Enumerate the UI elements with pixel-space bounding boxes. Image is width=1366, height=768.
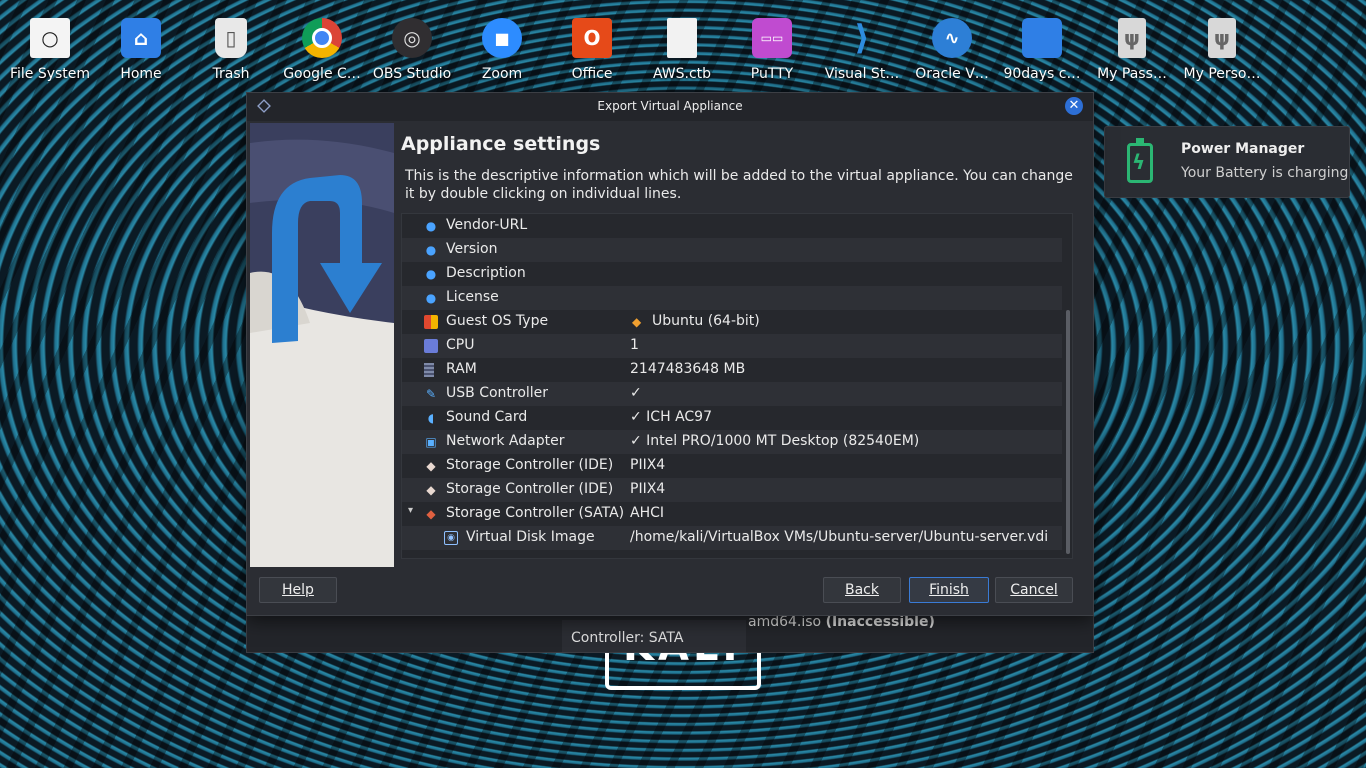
notification-body: Your Battery is charging	[1181, 165, 1349, 181]
home-folder-icon: ⌂	[121, 18, 161, 58]
trash-icon: ▯	[215, 18, 247, 58]
storage-icon: ◆	[426, 483, 436, 497]
tree-row-version[interactable]: ● Version	[402, 238, 1062, 262]
wizard-side-image	[250, 123, 394, 567]
os-type-icon	[424, 315, 438, 329]
desktop-icon-90days[interactable]: 90days c…	[998, 14, 1086, 82]
tree-row-cpu[interactable]: CPU 1	[402, 334, 1062, 358]
tree-row-guest-os-type[interactable]: Guest OS Type ◆ Ubuntu (64-bit)	[402, 310, 1062, 334]
help-button[interactable]: Help	[259, 577, 337, 603]
tree-row-vendor-url[interactable]: ● Vendor-URL	[402, 214, 1062, 238]
desktop-icon-oracle-vm[interactable]: ∿ Oracle V…	[908, 14, 996, 82]
office-icon: O	[572, 18, 612, 58]
cancel-button[interactable]: Cancel	[995, 577, 1073, 603]
comment-bubble-icon: ●	[425, 291, 437, 305]
background-iso-label: amd64.iso (Inaccessible)	[748, 614, 935, 630]
desktop-icon-file-system[interactable]: ○ File System	[6, 14, 94, 82]
cpu-icon	[424, 339, 438, 353]
tree-row-network-adapter[interactable]: ▣ Network Adapter ✓ Intel PRO/1000 MT De…	[402, 430, 1062, 454]
desktop-icon-aws-ctb[interactable]: AWS.ctb	[638, 14, 726, 82]
desktop-icon-my-pass[interactable]: ψ My Pass…	[1088, 14, 1176, 82]
tree-row-storage-ide-2[interactable]: ◆ Storage Controller (IDE) PIIX4	[402, 478, 1062, 502]
usb-drive-icon: ψ	[1118, 18, 1146, 58]
oracle-vm-icon: ∿	[932, 18, 972, 58]
usb-icon: ✎	[425, 387, 437, 401]
comment-bubble-icon: ●	[425, 219, 437, 233]
desktop-icon-office[interactable]: O Office	[548, 14, 636, 82]
tree-row-virtual-disk-image[interactable]: ◉ Virtual Disk Image /home/kali/VirtualB…	[402, 526, 1062, 550]
tree-row-storage-sata[interactable]: ▾ ◆ Storage Controller (SATA) AHCI	[402, 502, 1062, 526]
export-arrow-illustration	[250, 123, 394, 567]
tree-row-license[interactable]: ● License	[402, 286, 1062, 310]
desktop-icon-my-perso[interactable]: ψ My Perso…	[1178, 14, 1266, 82]
document-icon	[667, 18, 697, 58]
power-manager-notification[interactable]: ϟ Power Manager Your Battery is charging	[1104, 126, 1350, 198]
usb-drive-icon: ψ	[1208, 18, 1236, 58]
finish-button[interactable]: Finish	[909, 577, 989, 603]
back-button[interactable]: Back	[823, 577, 901, 603]
page-heading: Appliance settings	[401, 133, 601, 155]
desktop-icon-home[interactable]: ⌂ Home	[97, 14, 185, 82]
disk-image-icon: ◉	[444, 531, 458, 545]
folder-icon	[1022, 18, 1062, 58]
sound-icon: ◖	[427, 411, 435, 425]
tree-scrollbar[interactable]	[1066, 310, 1070, 554]
tree-row-usb-controller[interactable]: ✎ USB Controller ✓	[402, 382, 1062, 406]
desktop-icon-zoom[interactable]: ■ Zoom	[458, 14, 546, 82]
network-icon: ▣	[425, 435, 437, 449]
desktop-icon-obs[interactable]: ◎ OBS Studio	[368, 14, 456, 82]
zoom-icon: ■	[482, 18, 522, 58]
ram-icon	[424, 363, 434, 377]
comment-bubble-icon: ●	[425, 243, 437, 257]
desktop-icon-chrome[interactable]: Google C…	[278, 14, 366, 82]
desktop-icon-trash[interactable]: ▯ Trash	[187, 14, 275, 82]
dialog-title: Export Virtual Appliance	[597, 99, 743, 113]
tree-row-storage-ide-1[interactable]: ◆ Storage Controller (IDE) PIIX4	[402, 454, 1062, 478]
comment-bubble-icon: ●	[425, 267, 437, 281]
putty-icon: ▭▭	[752, 18, 792, 58]
background-controller-label: Controller: SATA	[562, 620, 746, 652]
chevron-down-icon[interactable]: ▾	[408, 505, 413, 516]
tree-row-ram[interactable]: RAM 2147483648 MB	[402, 358, 1062, 382]
tree-row-description[interactable]: ● Description	[402, 262, 1062, 286]
battery-charging-icon: ϟ	[1127, 138, 1153, 183]
dialog-titlebar[interactable]: Export Virtual Appliance ✕	[247, 93, 1093, 121]
page-description: This is the descriptive information whic…	[405, 168, 1073, 202]
tree-row-sound-card[interactable]: ◖ Sound Card ✓ ICH AC97	[402, 406, 1062, 430]
obs-icon: ◎	[392, 18, 432, 58]
close-icon[interactable]: ✕	[1065, 97, 1083, 115]
chrome-icon	[302, 18, 342, 58]
storage-icon: ◆	[426, 507, 436, 521]
ubuntu-icon: ◆	[632, 315, 642, 329]
desktop-icon-vscode[interactable]: ⟩ Visual St…	[818, 14, 906, 82]
appliance-settings-tree[interactable]: ● Vendor-URL ● Version ● Description ● L…	[401, 213, 1073, 559]
file-system-icon: ○	[30, 18, 70, 58]
notification-title: Power Manager	[1181, 141, 1305, 157]
vscode-icon: ⟩	[854, 18, 870, 58]
export-appliance-dialog: Export Virtual Appliance ✕ Appliance set…	[246, 92, 1094, 616]
storage-icon: ◆	[426, 459, 436, 473]
desktop-icon-putty[interactable]: ▭▭ PuTTY	[728, 14, 816, 82]
